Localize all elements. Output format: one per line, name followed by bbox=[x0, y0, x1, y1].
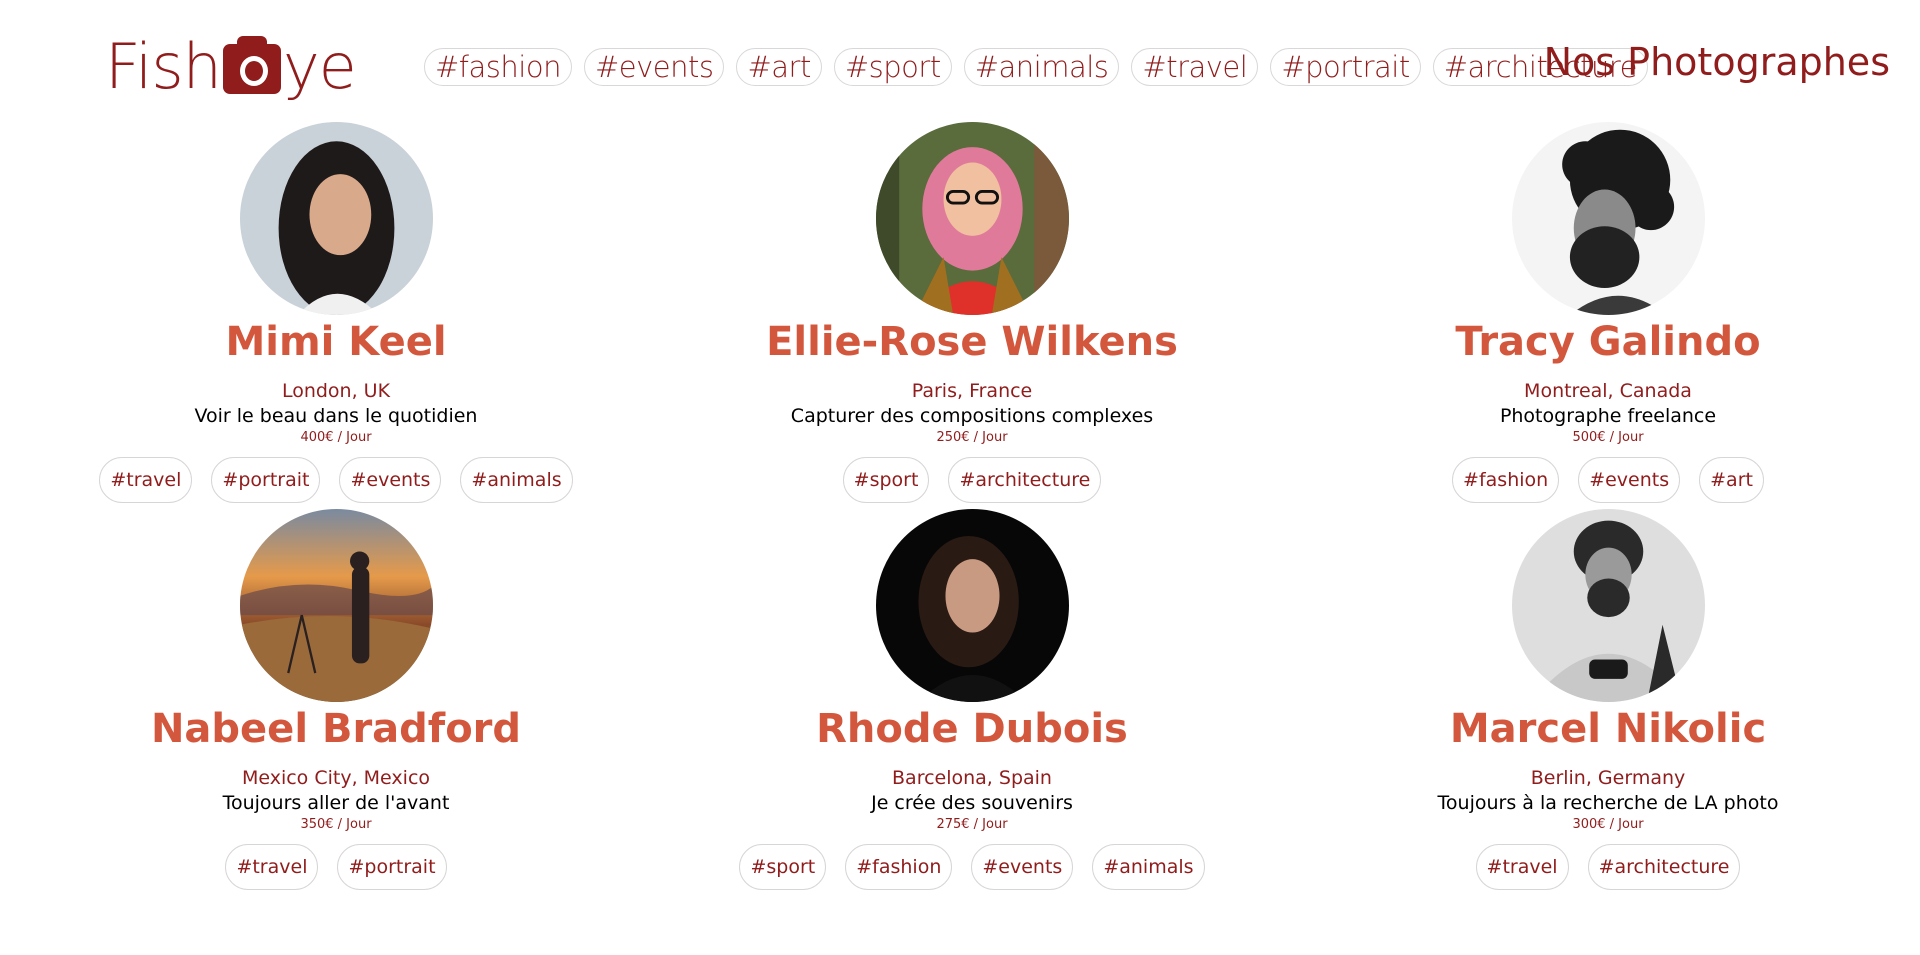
tag-events[interactable]: #events bbox=[1578, 457, 1681, 503]
tag-fashion[interactable]: #fashion bbox=[845, 844, 953, 890]
photographer-price: 275€ / Jour bbox=[936, 817, 1008, 832]
photographer-tags: #sport #fashion #events #animals bbox=[739, 844, 1205, 890]
photographer-name[interactable]: Mimi Keel bbox=[225, 317, 446, 367]
photographer-card: Nabeel Bradford Mexico City, Mexico Touj… bbox=[16, 509, 656, 890]
photographer-tagline: Voir le beau dans le quotidien bbox=[194, 405, 478, 427]
photographer-portrait[interactable] bbox=[875, 122, 1069, 315]
tag-portrait[interactable]: #portrait bbox=[337, 844, 447, 890]
portrait-image bbox=[875, 122, 1069, 315]
nav-tag-art[interactable]: #art bbox=[736, 48, 822, 86]
photographer-portrait[interactable] bbox=[239, 122, 433, 315]
photographer-portrait[interactable] bbox=[875, 509, 1069, 702]
tag-filter-nav: #fashion #events #art #sport #animals #t… bbox=[424, 48, 1648, 86]
photographer-card: Marcel Nikolic Berlin, Germany Toujours … bbox=[1288, 509, 1920, 890]
nav-tag-travel[interactable]: #travel bbox=[1131, 48, 1259, 86]
tag-animals[interactable]: #animals bbox=[460, 457, 573, 503]
tag-portrait[interactable]: #portrait bbox=[211, 457, 321, 503]
tag-travel[interactable]: #travel bbox=[1475, 844, 1569, 890]
site-header: Fish ye #fashion #events #art #sport #an… bbox=[0, 0, 1920, 120]
photographer-tagline: Toujours aller de l'avant bbox=[222, 792, 450, 814]
photographer-tagline: Photographe freelance bbox=[1499, 405, 1717, 427]
photographer-location: Montreal, Canada bbox=[1524, 380, 1692, 402]
tag-architecture[interactable]: #architecture bbox=[948, 457, 1102, 503]
tag-animals[interactable]: #animals bbox=[1092, 844, 1205, 890]
tag-travel[interactable]: #travel bbox=[225, 844, 319, 890]
photographer-tags: #sport #architecture bbox=[842, 457, 1102, 503]
tag-architecture[interactable]: #architecture bbox=[1587, 844, 1741, 890]
photographer-card: Ellie-Rose Wilkens Paris, France Capture… bbox=[652, 122, 1292, 503]
portrait-image bbox=[1511, 509, 1705, 702]
tag-events[interactable]: #events bbox=[971, 844, 1074, 890]
tag-sport[interactable]: #sport bbox=[842, 457, 930, 503]
logo-text-right: ye bbox=[282, 29, 357, 103]
photographer-portrait[interactable] bbox=[1511, 122, 1705, 315]
tag-events[interactable]: #events bbox=[339, 457, 442, 503]
nav-tag-sport[interactable]: #sport bbox=[833, 48, 952, 86]
nav-tag-animals[interactable]: #animals bbox=[963, 48, 1120, 86]
logo-text-left: Fish bbox=[105, 29, 222, 103]
photographer-card: Rhode Dubois Barcelona, Spain Je crée de… bbox=[652, 509, 1292, 890]
photographer-tags: #travel #portrait #events #animals bbox=[99, 457, 573, 503]
nav-tag-portrait[interactable]: #portrait bbox=[1270, 48, 1421, 86]
photographer-card: Tracy Galindo Montreal, Canada Photograp… bbox=[1288, 122, 1920, 503]
portrait-image bbox=[1511, 122, 1705, 315]
photographer-location: Berlin, Germany bbox=[1530, 767, 1686, 789]
photographer-name[interactable]: Ellie-Rose Wilkens bbox=[766, 317, 1178, 367]
fisheye-logo[interactable]: Fish ye bbox=[105, 29, 357, 103]
photographer-card: Mimi Keel London, UK Voir le beau dans l… bbox=[16, 122, 656, 503]
photographer-name[interactable]: Marcel Nikolic bbox=[1450, 704, 1766, 754]
photographer-location: Mexico City, Mexico bbox=[241, 767, 431, 789]
photographer-portrait[interactable] bbox=[1511, 509, 1705, 702]
nav-tag-fashion[interactable]: #fashion bbox=[424, 48, 572, 86]
photographer-tags: #travel #architecture bbox=[1475, 844, 1741, 890]
photographer-portrait[interactable] bbox=[239, 509, 433, 702]
page-title: Nos Photographes bbox=[1543, 40, 1890, 84]
photographer-location: London, UK bbox=[281, 380, 391, 402]
tag-art[interactable]: #art bbox=[1699, 457, 1764, 503]
photographer-tags: #travel #portrait bbox=[225, 844, 447, 890]
tag-sport[interactable]: #sport bbox=[739, 844, 827, 890]
photographer-name[interactable]: Nabeel Bradford bbox=[151, 704, 521, 754]
photographer-price: 350€ / Jour bbox=[300, 817, 372, 832]
portrait-image bbox=[875, 509, 1069, 702]
photographer-name[interactable]: Rhode Dubois bbox=[816, 704, 1128, 754]
photographer-price: 400€ / Jour bbox=[300, 430, 372, 445]
photographer-price: 500€ / Jour bbox=[1572, 430, 1644, 445]
photographer-price: 250€ / Jour bbox=[936, 430, 1008, 445]
photographer-location: Paris, France bbox=[911, 380, 1033, 402]
photographer-name[interactable]: Tracy Galindo bbox=[1455, 317, 1760, 367]
photographer-tagline: Toujours à la recherche de LA photo bbox=[1437, 792, 1779, 814]
portrait-image bbox=[239, 122, 433, 315]
photographer-tagline: Capturer des compositions complexes bbox=[790, 405, 1154, 427]
tag-fashion[interactable]: #fashion bbox=[1452, 457, 1560, 503]
tag-travel[interactable]: #travel bbox=[99, 457, 193, 503]
photographer-tags: #fashion #events #art bbox=[1452, 457, 1764, 503]
camera-icon bbox=[222, 36, 281, 94]
nav-tag-events[interactable]: #events bbox=[583, 48, 725, 86]
photographer-price: 300€ / Jour bbox=[1572, 817, 1644, 832]
photographer-tagline: Je crée des souvenirs bbox=[871, 792, 1073, 814]
photographer-location: Barcelona, Spain bbox=[892, 767, 1052, 789]
portrait-image bbox=[239, 509, 433, 702]
